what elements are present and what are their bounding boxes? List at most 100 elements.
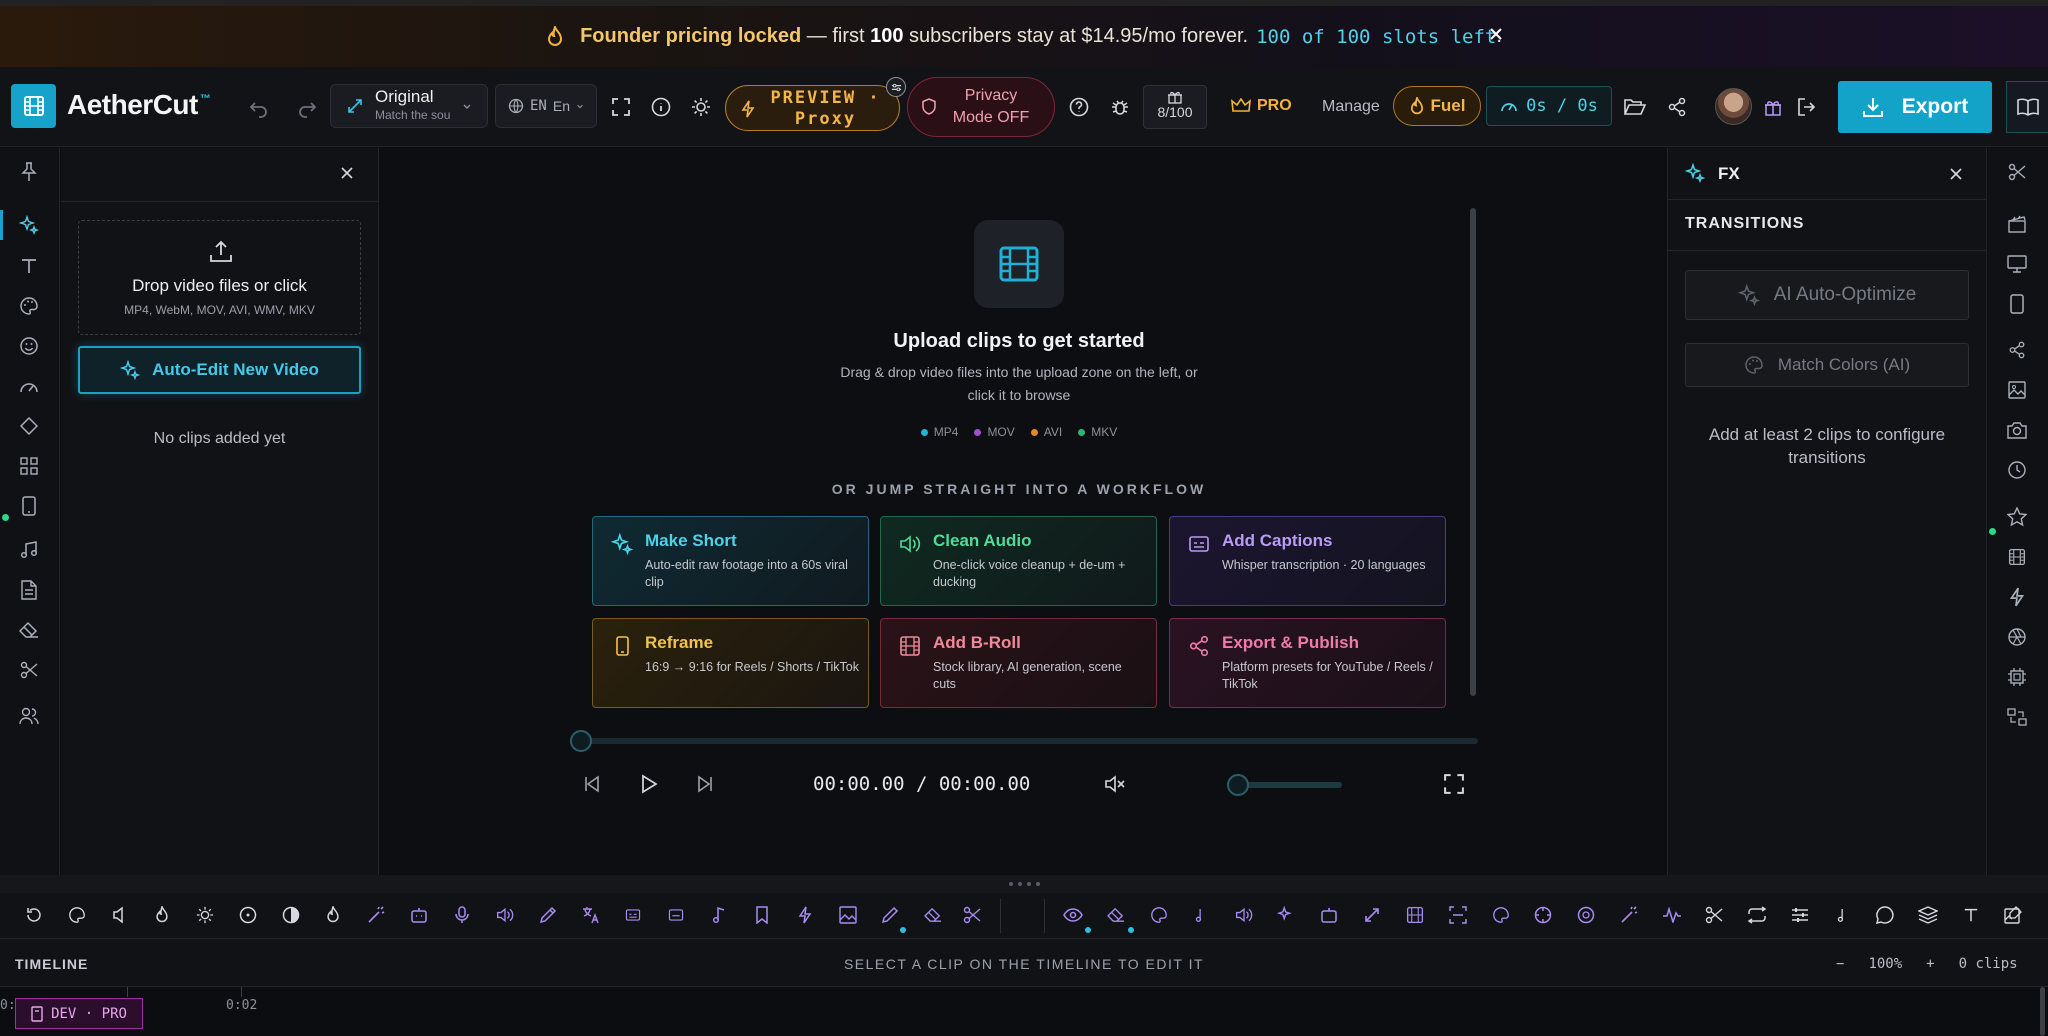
fullscreen-icon[interactable] <box>610 96 632 118</box>
palette-icon[interactable] <box>18 295 40 317</box>
text-icon[interactable] <box>18 255 40 277</box>
tb-speaker-icon[interactable] <box>494 904 516 926</box>
tb-music-note-icon[interactable] <box>708 904 730 926</box>
chip-icon[interactable] <box>2006 666 2028 688</box>
info-icon[interactable] <box>650 96 672 118</box>
tb-image-icon[interactable] <box>837 904 859 926</box>
volume-track[interactable] <box>1240 782 1342 788</box>
grid-icon[interactable] <box>18 455 40 477</box>
monitor-icon[interactable] <box>2006 253 2028 275</box>
tb-palette3-icon[interactable] <box>1490 904 1512 926</box>
fx-close-icon[interactable] <box>1949 167 1963 181</box>
tb-subtitle-icon[interactable] <box>665 904 687 926</box>
ai-auto-optimize-button[interactable]: AI Auto-Optimize <box>1685 270 1969 320</box>
dev-pro-badge[interactable]: DEV · PRO <box>15 998 143 1029</box>
card-add-broll[interactable]: Add B-Roll Stock library, AI generation,… <box>880 618 1157 708</box>
eraser-icon[interactable] <box>18 619 40 641</box>
tb-crosshair-icon[interactable] <box>1575 904 1597 926</box>
tb-eye-icon[interactable] <box>1062 904 1084 926</box>
pin-icon[interactable] <box>18 161 40 183</box>
aspect-selector[interactable]: Original Match the sou <box>330 84 488 128</box>
tb-audio-icon[interactable] <box>1233 904 1255 926</box>
document-icon[interactable] <box>18 579 40 601</box>
tb-flame-icon[interactable] <box>151 904 173 926</box>
card-add-captions[interactable]: Add Captions Whisper transcription · 20 … <box>1169 516 1446 606</box>
theme-sun-icon[interactable] <box>690 96 712 118</box>
privacy-mode-button[interactable]: Privacy Mode OFF <box>907 77 1055 137</box>
tb-mic-icon[interactable] <box>451 904 473 926</box>
right-share-icon[interactable] <box>2006 339 2028 361</box>
upload-dropzone[interactable]: Drop video files or click MP4, WebM, MOV… <box>78 220 361 335</box>
tb-text-icon[interactable] <box>1960 904 1982 926</box>
tb-chat-icon[interactable] <box>1874 904 1896 926</box>
tb-cut-icon[interactable] <box>1703 904 1725 926</box>
avatar[interactable] <box>1715 88 1752 125</box>
tb-sparkles-icon[interactable] <box>1275 904 1297 926</box>
tb-palette-icon[interactable] <box>66 904 88 926</box>
tb-sliders-icon[interactable] <box>1789 904 1811 926</box>
card-reframe[interactable]: Reframe 16:9 → 9:16 for Reels / Shorts /… <box>592 618 869 708</box>
render-time-counter[interactable]: 0s / 0s <box>1486 86 1612 126</box>
tb-scissors-icon[interactable] <box>961 904 983 926</box>
playback-scrubber[interactable] <box>570 730 592 752</box>
tb-eraser-icon[interactable] <box>922 904 944 926</box>
right-scissors-icon[interactable] <box>2006 161 2028 183</box>
preview-scrollbar[interactable] <box>1470 208 1476 696</box>
undo-icon[interactable] <box>248 97 270 119</box>
share-icon[interactable] <box>1666 96 1688 118</box>
tb-scan-icon[interactable] <box>1447 904 1469 926</box>
export-button[interactable]: Export <box>1838 81 1992 133</box>
tb-circle-dot-icon[interactable] <box>237 904 259 926</box>
volume-knob[interactable] <box>1227 774 1249 796</box>
tb-lightning-icon[interactable] <box>794 904 816 926</box>
tb-robot2-icon[interactable] <box>1318 904 1340 926</box>
tb-volume-low-icon[interactable] <box>109 904 131 926</box>
card-export-publish[interactable]: Export & Publish Platform presets for Yo… <box>1169 618 1446 708</box>
timeline-scrollbar[interactable] <box>2040 987 2045 1036</box>
swap-layout-icon[interactable] <box>2006 706 2028 728</box>
tb-captions-icon[interactable] <box>622 904 644 926</box>
phone-icon[interactable] <box>18 495 40 517</box>
zoom-out-button[interactable]: − <box>1836 956 1844 972</box>
skip-back-icon[interactable] <box>582 774 602 794</box>
tb-magic-wand-icon[interactable] <box>365 904 387 926</box>
auto-edit-button[interactable]: Auto-Edit New Video <box>78 346 361 394</box>
camera-icon[interactable] <box>2006 419 2028 441</box>
star-icon[interactable] <box>2006 506 2028 528</box>
settings-badge-icon[interactable] <box>886 77 906 97</box>
pro-badge[interactable]: PRO <box>1231 97 1292 115</box>
playback-progress-track[interactable] <box>580 738 1478 744</box>
redo-icon[interactable] <box>296 97 318 119</box>
tb-film-icon[interactable] <box>1404 904 1426 926</box>
zoom-in-button[interactable]: + <box>1926 956 1934 972</box>
tb-layers-icon[interactable] <box>1917 904 1939 926</box>
help-icon[interactable] <box>1068 96 1090 118</box>
right-lightning-icon[interactable] <box>2006 586 2028 608</box>
folder-open-icon[interactable] <box>1624 96 1646 118</box>
tb-brush-icon[interactable] <box>879 904 901 926</box>
play-icon[interactable] <box>639 774 659 794</box>
credits-counter[interactable]: 8/100 <box>1143 85 1207 129</box>
mute-icon[interactable] <box>1104 774 1126 794</box>
card-make-short[interactable]: Make Short Auto-edit raw footage into a … <box>592 516 869 606</box>
speed-gauge-icon[interactable] <box>18 375 40 397</box>
tb-contrast-icon[interactable] <box>280 904 302 926</box>
banner-close-icon[interactable] <box>1488 26 1504 42</box>
skip-forward-icon[interactable] <box>695 774 715 794</box>
logo-icon[interactable] <box>11 84 56 128</box>
card-clean-audio[interactable]: Clean Audio One-click voice cleanup + de… <box>880 516 1157 606</box>
filmstrip-icon[interactable] <box>2006 546 2028 568</box>
smiley-icon[interactable] <box>18 335 40 357</box>
player-fullscreen-icon[interactable] <box>1444 774 1464 794</box>
music-icon[interactable] <box>18 539 40 561</box>
manage-link[interactable]: Manage <box>1322 98 1380 116</box>
users-icon[interactable] <box>18 705 40 727</box>
scissors-icon[interactable] <box>18 659 40 681</box>
tb-translate-icon[interactable] <box>580 904 602 926</box>
tb-waveform-icon[interactable] <box>1661 904 1683 926</box>
mobile-icon[interactable] <box>2006 293 2028 315</box>
language-selector[interactable]: EN En <box>495 84 597 128</box>
tb-target-icon[interactable] <box>1532 904 1554 926</box>
bug-icon[interactable] <box>1109 96 1131 118</box>
tb-note-icon[interactable] <box>1190 904 1212 926</box>
